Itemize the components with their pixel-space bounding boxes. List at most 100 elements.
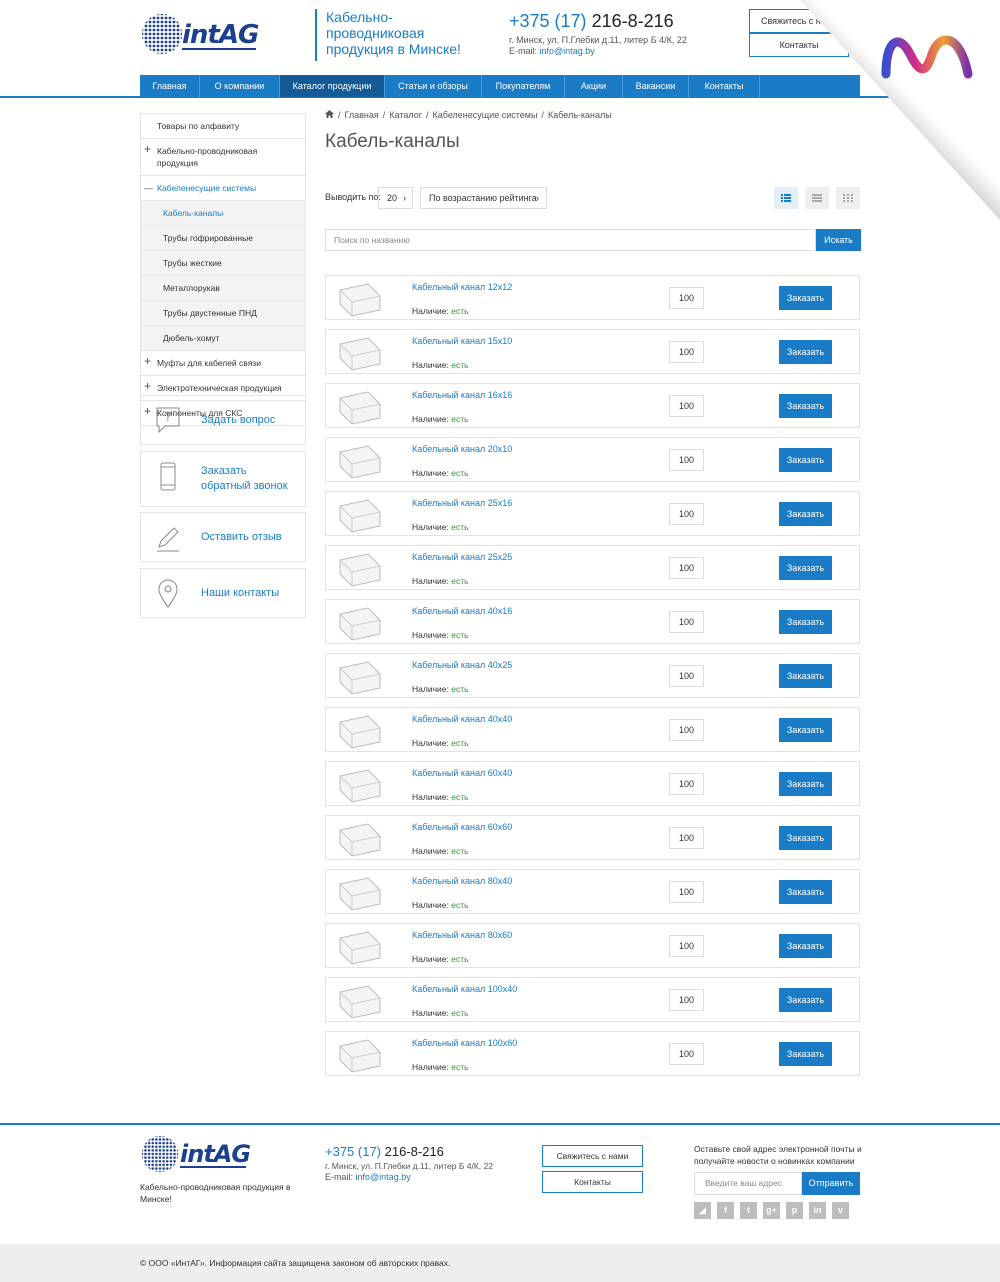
product-image[interactable] bbox=[334, 820, 384, 858]
nav-item[interactable]: Покупателям bbox=[482, 75, 565, 97]
order-button[interactable]: Заказать bbox=[779, 610, 832, 634]
quantity-input[interactable]: 100 bbox=[669, 827, 704, 849]
quantity-input[interactable]: 100 bbox=[669, 557, 704, 579]
product-image[interactable] bbox=[334, 604, 384, 642]
quantity-input[interactable]: 100 bbox=[669, 503, 704, 525]
header-phone[interactable]: +375 (17) 216-8-216 bbox=[509, 11, 674, 32]
order-button[interactable]: Заказать bbox=[779, 718, 832, 742]
product-image[interactable] bbox=[334, 388, 384, 426]
quantity-input[interactable]: 100 bbox=[669, 449, 704, 471]
vimeo-icon[interactable]: v bbox=[832, 1202, 849, 1219]
quantity-input[interactable]: 100 bbox=[669, 395, 704, 417]
product-image[interactable] bbox=[334, 550, 384, 588]
quantity-input[interactable]: 100 bbox=[669, 935, 704, 957]
sidebar-item[interactable]: + Кабельно-проводниковая продукция bbox=[140, 139, 306, 176]
per-page-select[interactable]: 20 › bbox=[378, 187, 413, 209]
product-name-link[interactable]: Кабельный канал 80x60 bbox=[412, 930, 512, 940]
product-image[interactable] bbox=[334, 496, 384, 534]
google-plus-icon[interactable]: g+ bbox=[763, 1202, 780, 1219]
quantity-input[interactable]: 100 bbox=[669, 1043, 704, 1065]
product-name-link[interactable]: Кабельный канал 16x16 bbox=[412, 390, 512, 400]
order-button[interactable]: Заказать bbox=[779, 448, 832, 472]
quantity-input[interactable]: 100 bbox=[669, 341, 704, 363]
quantity-input[interactable]: 100 bbox=[669, 881, 704, 903]
breadcrumb-item[interactable]: Кабеленесущие системы bbox=[433, 110, 538, 120]
rss-icon[interactable]: ◢ bbox=[694, 1202, 711, 1219]
pinterest-icon[interactable]: p bbox=[786, 1202, 803, 1219]
order-button[interactable]: Заказать bbox=[779, 286, 832, 310]
product-image[interactable] bbox=[334, 712, 384, 750]
order-button[interactable]: Заказать bbox=[779, 1042, 832, 1066]
breadcrumb-item[interactable]: Каталог bbox=[389, 110, 422, 120]
product-image[interactable] bbox=[334, 334, 384, 372]
order-button[interactable]: Заказать bbox=[779, 826, 832, 850]
sort-select[interactable]: По возрастанию рейтинга › bbox=[420, 187, 547, 209]
quantity-input[interactable]: 100 bbox=[669, 287, 704, 309]
product-name-link[interactable]: Кабельный канал 40x25 bbox=[412, 660, 512, 670]
footer-email-link[interactable]: info@intag.by bbox=[356, 1172, 411, 1182]
product-image[interactable] bbox=[334, 1036, 384, 1074]
order-button[interactable]: Заказать bbox=[779, 880, 832, 904]
nav-item[interactable]: Главная bbox=[140, 75, 200, 97]
twitter-icon[interactable]: t bbox=[740, 1202, 757, 1219]
product-name-link[interactable]: Кабельный канал 60x40 bbox=[412, 768, 512, 778]
sidebar-item[interactable]: Кабель-каналы bbox=[140, 201, 306, 226]
leave-review-widget[interactable]: Оставить отзыв bbox=[140, 512, 306, 562]
footer-logo[interactable]: intAG bbox=[140, 1134, 251, 1174]
newsletter-send-button[interactable]: Отправить bbox=[802, 1172, 860, 1195]
product-image[interactable] bbox=[334, 874, 384, 912]
nav-item[interactable]: Каталог продукции bbox=[280, 75, 385, 97]
product-name-link[interactable]: Кабельный канал 40x40 bbox=[412, 714, 512, 724]
nav-item[interactable]: Статьи и обзоры bbox=[385, 75, 482, 97]
product-name-link[interactable]: Кабельный канал 100x60 bbox=[412, 1038, 517, 1048]
quantity-input[interactable]: 100 bbox=[669, 665, 704, 687]
order-button[interactable]: Заказать bbox=[779, 502, 832, 526]
order-button[interactable]: Заказать bbox=[779, 556, 832, 580]
sidebar-item[interactable]: + Муфты для кабелей связи bbox=[140, 351, 306, 376]
product-image[interactable] bbox=[334, 928, 384, 966]
footer-contacts-button[interactable]: Контакты bbox=[542, 1171, 643, 1193]
facebook-icon[interactable]: f bbox=[717, 1202, 734, 1219]
nav-item[interactable]: Вакансии bbox=[623, 75, 689, 97]
quantity-input[interactable]: 100 bbox=[669, 773, 704, 795]
product-image[interactable] bbox=[334, 982, 384, 1020]
header-email-link[interactable]: info@intag.by bbox=[540, 46, 595, 56]
list-view-button[interactable] bbox=[774, 187, 798, 209]
order-button[interactable]: Заказать bbox=[779, 934, 832, 958]
ask-question-widget[interactable]: ? Задать вопрос bbox=[140, 395, 306, 445]
product-name-link[interactable]: Кабельный канал 25x16 bbox=[412, 498, 512, 508]
product-image[interactable] bbox=[334, 442, 384, 480]
product-name-link[interactable]: Кабельный канал 80x40 bbox=[412, 876, 512, 886]
newsletter-email-input[interactable]: Введите ваш адрес bbox=[694, 1172, 802, 1195]
quantity-input[interactable]: 100 bbox=[669, 719, 704, 741]
footer-contact-us-button[interactable]: Свяжитесь с нами bbox=[542, 1145, 643, 1167]
product-name-link[interactable]: Кабельный канал 15x10 bbox=[412, 336, 512, 346]
order-button[interactable]: Заказать bbox=[779, 772, 832, 796]
sidebar-item[interactable]: Дюбель-хомут bbox=[140, 326, 306, 351]
nav-item[interactable]: Контакты bbox=[689, 75, 760, 97]
order-button[interactable]: Заказать bbox=[779, 394, 832, 418]
order-button[interactable]: Заказать bbox=[779, 988, 832, 1012]
search-button[interactable]: Искать bbox=[816, 229, 861, 251]
product-name-link[interactable]: Кабельный канал 60x60 bbox=[412, 822, 512, 832]
sidebar-item[interactable]: Трубы двустенные ПНД bbox=[140, 301, 306, 326]
quantity-input[interactable]: 100 bbox=[669, 989, 704, 1011]
product-name-link[interactable]: Кабельный канал 12x12 bbox=[412, 282, 512, 292]
product-image[interactable] bbox=[334, 766, 384, 804]
product-name-link[interactable]: Кабельный канал 25x25 bbox=[412, 552, 512, 562]
sidebar-item[interactable]: Трубы гофрированные bbox=[140, 226, 306, 251]
order-button[interactable]: Заказать bbox=[779, 664, 832, 688]
product-image[interactable] bbox=[334, 280, 384, 318]
sidebar-item[interactable]: Трубы жесткие bbox=[140, 251, 306, 276]
callback-widget[interactable]: Заказать обратный звонок bbox=[140, 451, 306, 507]
our-contacts-widget[interactable]: Наши контакты bbox=[140, 568, 306, 618]
nav-item[interactable]: О компании bbox=[200, 75, 280, 97]
sidebar-item[interactable]: Товары по алфавиту bbox=[140, 113, 306, 139]
product-name-link[interactable]: Кабельный канал 20x10 bbox=[412, 444, 512, 454]
footer-phone[interactable]: +375 (17) 216-8-216 bbox=[325, 1144, 444, 1159]
breadcrumb-item[interactable]: Главная bbox=[345, 110, 379, 120]
nav-item[interactable]: Акции bbox=[565, 75, 623, 97]
site-logo[interactable]: intAG bbox=[140, 12, 260, 56]
product-image[interactable] bbox=[334, 658, 384, 696]
sidebar-item[interactable]: — Кабеленесущие системы bbox=[140, 176, 306, 201]
